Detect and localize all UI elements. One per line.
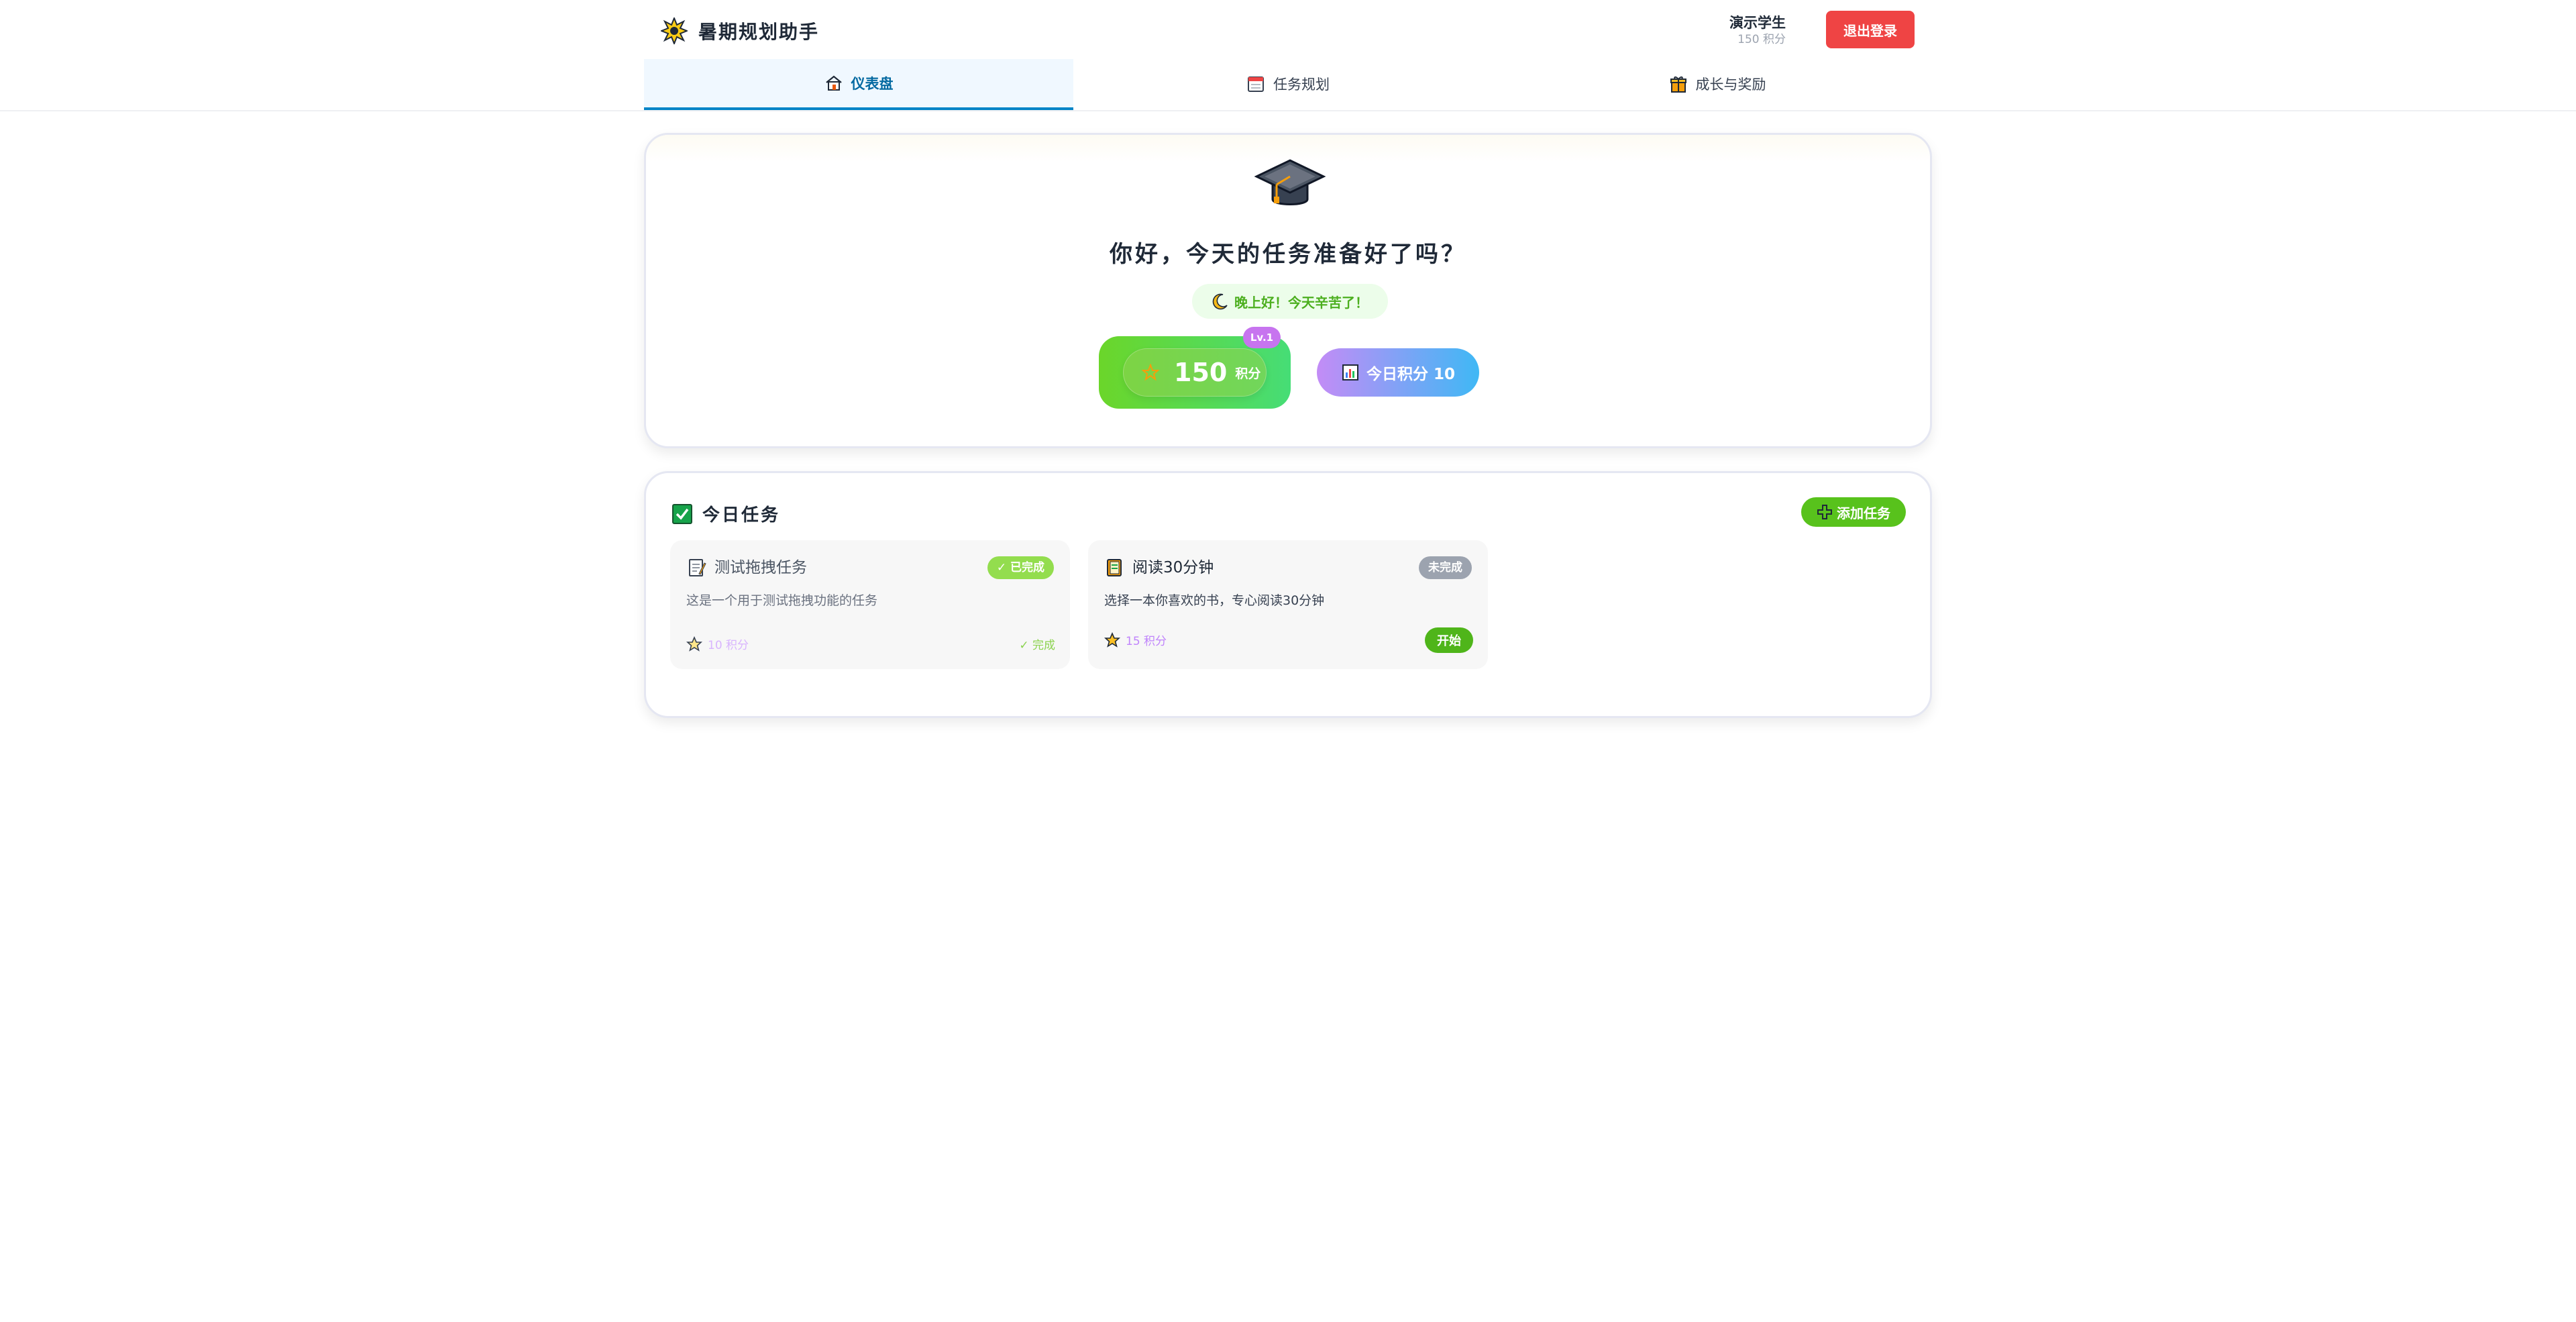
task-points-value: 10 积分: [708, 639, 749, 652]
total-points-value: 150: [1174, 358, 1228, 387]
user-info: 演示学生 150 积分: [1729, 13, 1786, 47]
task-points-value: 15 积分: [1126, 635, 1167, 648]
crescent-moon-icon: [1212, 293, 1228, 310]
task-points: 15 积分: [1104, 631, 1167, 648]
task-title: 测试拖拽任务: [714, 559, 807, 576]
status-badge: ✓ 已完成: [987, 556, 1054, 579]
calendar-icon: [1248, 77, 1264, 92]
brand[interactable]: 暑期规划助手: [659, 16, 820, 46]
add-task-label: 添加任务: [1837, 505, 1890, 521]
task-points: 10 积分: [686, 635, 749, 652]
level-badge: Lv.1: [1243, 327, 1281, 348]
user-name: 演示学生: [1729, 15, 1786, 31]
task-card[interactable]: 阅读30分钟 未完成 选择一本你喜欢的书，专心阅读30分钟 15 积分 开始: [1088, 540, 1488, 669]
memo-icon: [689, 559, 706, 576]
check-box-icon: [672, 503, 692, 524]
gift-icon: [1670, 76, 1686, 93]
tab-growth-rewards-label: 成长与奖励: [1695, 77, 1766, 93]
start-task-button[interactable]: 开始: [1425, 627, 1473, 653]
tab-task-planning-label: 任务规划: [1273, 77, 1330, 93]
plus-icon: [1817, 505, 1832, 519]
points-display: 150 积分: [1123, 348, 1267, 397]
complete-indicator: ✓ 完成: [1019, 639, 1055, 652]
status-badge: 未完成: [1419, 556, 1472, 579]
main-tabs: 仪表盘 任务规划 成长与奖励: [0, 59, 2576, 111]
welcome-card: 你好，今天的任务准备好了吗？ 晚上好！今天辛苦了！ 150 积分 Lv.1 今日…: [644, 133, 1932, 448]
user-points: 150 积分: [1737, 33, 1786, 46]
star-icon: [1142, 364, 1159, 381]
app-root: 暑期规划助手 演示学生 150 积分 退出登录 仪表盘 任务规划 成长与奖励 你…: [0, 0, 2576, 1322]
book-icon: [1107, 559, 1122, 576]
tab-task-planning[interactable]: 任务规划: [1073, 59, 1503, 109]
task-card[interactable]: 测试拖拽任务 ✓ 已完成 这是一个用于测试拖拽功能的任务 10 积分 ✓ 完成: [670, 540, 1070, 669]
app-title: 暑期规划助手: [698, 21, 820, 43]
tab-dashboard[interactable]: 仪表盘: [644, 59, 1073, 110]
today-tasks-card: 今日任务 添加任务 测试拖拽任务 ✓ 已完成 这是一个用于测试拖拽功能的任务 1…: [644, 471, 1932, 718]
points-unit: 积分: [1235, 366, 1261, 381]
evening-badge: 晚上好！今天辛苦了！: [1192, 284, 1388, 319]
sparkle-icon: [659, 16, 689, 46]
greeting-heading: 你好，今天的任务准备好了吗？: [1110, 241, 1466, 268]
home-icon: [825, 75, 842, 91]
tab-dashboard-label: 仪表盘: [851, 76, 894, 92]
tasks-title: 今日任务: [702, 505, 781, 525]
task-description: 这是一个用于测试拖拽功能的任务: [686, 593, 878, 608]
tab-growth-rewards[interactable]: 成长与奖励: [1503, 59, 1932, 109]
logout-button[interactable]: 退出登录: [1826, 11, 1915, 48]
today-points-label: 今日积分 10: [1366, 366, 1455, 383]
graduation-cap-icon: [1254, 159, 1326, 205]
add-task-button[interactable]: 添加任务: [1801, 497, 1906, 527]
star-icon: [686, 635, 702, 652]
task-description: 选择一本你喜欢的书，专心阅读30分钟: [1104, 593, 1325, 608]
today-points-pill: 今日积分 10: [1317, 348, 1479, 397]
top-bar: 暑期规划助手 演示学生 150 积分 退出登录: [644, 0, 1932, 59]
evening-message: 晚上好！今天辛苦了！: [1234, 294, 1368, 311]
bar-chart-icon: [1342, 364, 1358, 380]
task-title: 阅读30分钟: [1132, 559, 1214, 576]
tasks-header: 今日任务: [672, 501, 780, 526]
star-icon: [1104, 631, 1120, 648]
